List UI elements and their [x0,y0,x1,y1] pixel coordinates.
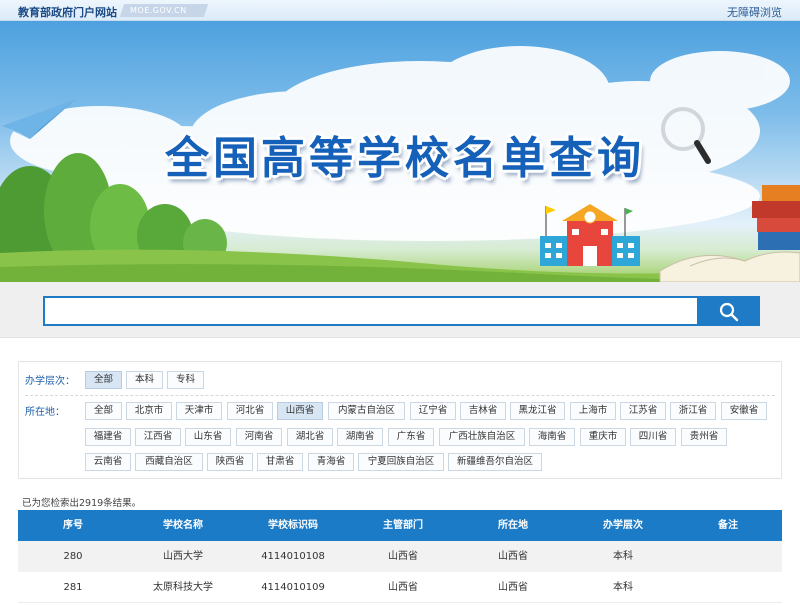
column-header-dept: 主管部门 [383,520,423,531]
school-location: 山西省 [498,551,528,562]
level-filter-label: 办学层次： [25,376,75,387]
school-dept: 山西省 [388,582,418,593]
school-remark [678,572,778,603]
domain-badge: MOE.GOV.CN [119,4,209,17]
location-chip[interactable]: 内蒙古自治区 [328,402,405,420]
location-chip[interactable]: 云南省 [85,453,131,471]
school-name: 太原科技大学 [153,582,213,593]
result-count: 已为您检索出2919条结果。 [22,498,142,509]
level-chip-junior[interactable]: 专科 [167,371,204,389]
location-chip[interactable]: 贵州省 [681,428,727,446]
school-remark [678,541,778,572]
page-title: 全国高等学校名单查询 [165,133,645,184]
filter-divider [25,395,775,396]
location-chip[interactable]: 湖南省 [337,428,383,446]
location-chip[interactable]: 新疆维吾尔自治区 [448,453,542,471]
table-header: 序号 学校名称 学校标识码 主管部门 所在地 办学层次 备注 [18,510,782,541]
location-chip[interactable]: 湖北省 [287,428,333,446]
accessibility-link[interactable]: 无障碍浏览 [727,4,782,20]
column-header-remark: 备注 [718,520,738,531]
location-chip[interactable]: 宁夏回族自治区 [358,453,444,471]
site-name[interactable]: 教育部政府门户网站 [18,4,117,20]
location-chip[interactable]: 陕西省 [207,453,253,471]
column-header-code: 学校标识码 [268,520,318,531]
location-chip[interactable]: 浙江省 [670,402,716,420]
location-chip[interactable]: 吉林省 [460,402,506,420]
location-chip[interactable]: 海南省 [529,428,575,446]
location-chip[interactable]: 青海省 [308,453,354,471]
location-chip-selected[interactable]: 山西省 [277,402,323,420]
location-chip[interactable]: 广东省 [388,428,434,446]
school-location: 山西省 [498,582,528,593]
location-chip[interactable]: 山东省 [185,428,231,446]
location-chip[interactable]: 重庆市 [580,428,626,446]
location-filter-label: 所在地： [25,407,65,418]
location-chip[interactable]: 天津市 [176,402,222,420]
location-chip[interactable]: 安徽省 [721,402,767,420]
school-level: 本科 [613,582,633,593]
location-chip[interactable]: 江西省 [135,428,181,446]
table-row: 281 太原科技大学 4114010109 山西省 山西省 本科 [18,572,782,603]
location-chip[interactable]: 辽宁省 [410,402,456,420]
school-code: 4114010108 [261,551,325,562]
location-chip[interactable]: 西藏自治区 [135,453,203,471]
location-chip[interactable]: 全部 [85,402,122,420]
column-header-index: 序号 [63,520,83,531]
banner: 全国高等学校名单查询 [0,21,800,282]
column-header-level: 办学层次 [603,520,643,531]
row-index: 281 [63,582,83,593]
location-chip[interactable]: 北京市 [126,402,172,420]
column-header-name: 学校名称 [163,520,203,531]
location-chip[interactable]: 黑龙江省 [510,402,565,420]
location-chip[interactable]: 福建省 [85,428,131,446]
school-dept: 山西省 [388,551,418,562]
location-chip[interactable]: 河南省 [236,428,282,446]
location-chip[interactable]: 江苏省 [620,402,666,420]
school-code: 4114010109 [261,582,325,593]
location-chip[interactable]: 河北省 [227,402,273,420]
top-bar: 教育部政府门户网站 MOE.GOV.CN 无障碍浏览 [0,0,800,21]
column-header-location: 所在地 [498,520,528,531]
location-chip[interactable]: 广西壮族自治区 [439,428,525,446]
table-row: 280 山西大学 4114010108 山西省 山西省 本科 [18,541,782,572]
location-chip[interactable]: 四川省 [630,428,676,446]
level-chip-all[interactable]: 全部 [85,371,122,389]
level-chip-undergrad[interactable]: 本科 [126,371,163,389]
location-chip[interactable]: 甘肃省 [257,453,303,471]
domain-text: MOE.GOV.CN [130,6,187,15]
search-icon [719,302,739,322]
filter-panel: 办学层次： 全部 本科 专科 所在地： 全部 北京市 天津市 河北省 山西省 内… [18,361,782,479]
search-input[interactable] [43,296,699,326]
search-band [0,282,800,338]
row-index: 280 [63,551,83,562]
school-name: 山西大学 [163,551,203,562]
search-button[interactable] [697,296,760,326]
location-chip[interactable]: 上海市 [570,402,616,420]
school-level: 本科 [613,551,633,562]
